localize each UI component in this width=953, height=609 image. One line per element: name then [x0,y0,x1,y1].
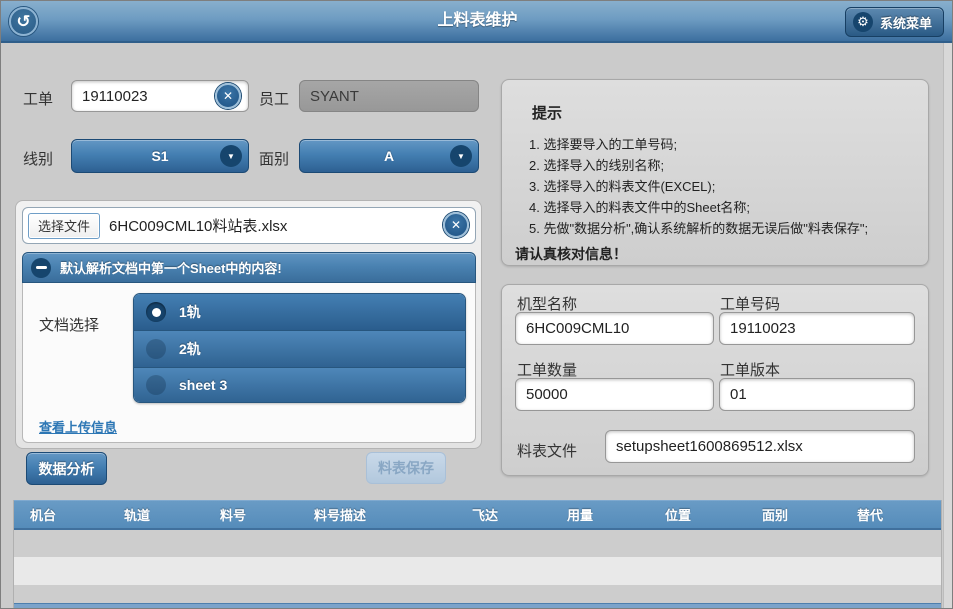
setup-sheet-file-label: 料表文件 [517,440,577,461]
col-machine: 机台 [14,505,108,524]
side-select-value: A [384,148,394,164]
doc-select-label: 文档选择 [39,314,99,335]
view-upload-info-link[interactable]: 查看上传信息 [39,417,117,436]
sheet-radio-1[interactable]: 1轨 [134,294,465,330]
col-usage: 用量 [551,505,649,524]
gear-icon: ⚙ [853,12,873,32]
radio-unselected-icon [146,339,166,359]
order-version-input[interactable] [719,378,915,411]
sheet-radio-group: 1轨 2轨 sheet 3 [133,293,466,403]
side-label: 面别 [259,148,289,169]
radio-selected-icon [146,302,166,322]
order-number-label: 工单号码 [720,293,780,314]
collapse-minus-icon [31,258,51,278]
tips-panel: 提示 1. 选择要导入的工单号码; 2. 选择导入的线别名称; 3. 选择导入的… [501,79,929,266]
line-label: 线别 [23,148,53,169]
work-order-clear-button[interactable]: ✕ [215,83,241,109]
col-feeder: 飞达 [456,505,551,524]
table-row [14,530,941,557]
setup-sheet-file-input[interactable] [605,430,915,463]
file-input-row: 选择文件 6HC009CML10料站表.xlsx [22,207,476,244]
tip-line: 2. 选择导入的线别名称; [529,155,664,174]
upload-section: 选择文件 6HC009CML10料站表.xlsx ✕ 默认解析文档中第一个She… [15,200,482,449]
col-position: 位置 [649,505,746,524]
radio-unselected-icon [146,375,166,395]
order-version-label: 工单版本 [720,359,780,380]
material-table: 机台 轨道 料号 料号描述 飞达 用量 位置 面别 替代 [13,500,942,609]
work-order-label: 工单 [23,88,53,109]
employee-input [299,80,479,112]
sheet-radio-3[interactable]: sheet 3 [134,367,465,403]
chevron-down-icon: ▼ [450,145,472,167]
col-side: 面别 [746,505,841,524]
sheet-collapsible-header[interactable]: 默认解析文档中第一个Sheet中的内容! [22,252,476,283]
tip-line: 4. 选择导入的料表文件中的Sheet名称; [529,197,750,216]
tip-line: 3. 选择导入的料表文件(EXCEL); [529,176,715,195]
col-part-no: 料号 [204,505,298,524]
work-order-info-panel: 机型名称 工单号码 工单数量 工单版本 料表文件 [501,284,929,476]
chevron-down-icon: ▼ [220,145,242,167]
col-substitute: 替代 [841,505,941,524]
tip-line: 1. 选择要导入的工单号码; [529,134,677,153]
data-analyze-button[interactable]: 数据分析 [26,452,107,485]
sheet-radio-2[interactable]: 2轨 [134,330,465,366]
selected-file-name: 6HC009CML10料站表.xlsx [109,215,287,236]
collapsible-title: 默认解析文档中第一个Sheet中的内容! [60,258,282,277]
table-empty-area [14,585,941,603]
line-select[interactable]: S1 ▼ [71,139,249,173]
col-track: 轨道 [108,505,204,524]
clear-x-icon: ✕ [451,218,461,232]
order-qty-label: 工单数量 [517,359,577,380]
table-footer-strip [14,603,941,609]
material-table-header: 机台 轨道 料号 料号描述 飞达 用量 位置 面别 替代 [14,500,941,530]
loading-table-maintenance-window: ↺ 上料表维护 ⚙ 系统菜单 工单 ✕ 员工 线别 S1 ▼ 面别 A ▼ 选择… [0,0,953,609]
tips-title: 提示 [532,102,562,123]
tip-line: 5. 先做"数据分析",确认系统解析的数据无误后做"料表保存"; [529,218,868,237]
employee-label: 员工 [259,88,289,109]
system-menu-button[interactable]: ⚙ 系统菜单 [845,7,944,37]
col-part-desc: 料号描述 [298,505,456,524]
order-number-input[interactable] [719,312,915,345]
side-select[interactable]: A ▼ [299,139,479,173]
model-name-input[interactable] [515,312,714,345]
model-name-label: 机型名称 [517,293,577,314]
line-select-value: S1 [151,148,168,164]
sheet-collapsible-body: 文档选择 1轨 2轨 sheet 3 查看上传信息 [22,283,476,443]
system-menu-label: 系统菜单 [880,13,932,32]
order-qty-input[interactable] [515,378,714,411]
table-save-button: 料表保存 [366,452,446,484]
table-row [14,557,941,585]
tips-footer-warning: 请认真核对信息！ [515,244,627,264]
clear-x-icon: ✕ [223,89,233,103]
choose-file-button[interactable]: 选择文件 [28,213,100,239]
file-clear-button[interactable]: ✕ [443,212,469,238]
scrollbar-track[interactable] [943,43,953,609]
header-bar: ↺ 上料表维护 ⚙ 系统菜单 [1,1,953,43]
page-title: 上料表维护 [1,1,953,41]
